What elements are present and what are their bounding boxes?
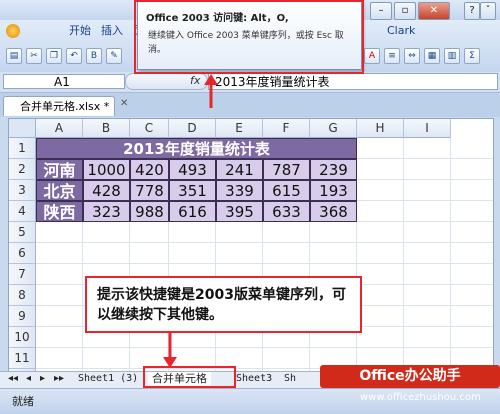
row-header-3[interactable]: 3 — [9, 180, 36, 201]
select-all-corner[interactable] — [9, 119, 36, 138]
column-header-h[interactable]: H — [357, 119, 404, 138]
ribbon-collapse-icon[interactable]: ˇ — [480, 2, 496, 20]
row-header-10[interactable]: 10 — [9, 327, 36, 348]
tooltip-highlight — [134, 0, 364, 74]
column-header-g[interactable]: G — [310, 119, 357, 138]
undo-icon[interactable]: ↶ — [66, 48, 82, 64]
data-cell[interactable]: 787 — [263, 159, 310, 180]
tab-clark[interactable]: Clark — [384, 23, 418, 39]
data-cell[interactable]: 1000 — [83, 159, 130, 180]
sheet-nav-first[interactable]: ◂◂ — [4, 372, 22, 386]
data-cell[interactable]: 351 — [169, 180, 216, 201]
office-button-icon[interactable] — [6, 24, 20, 38]
callout-text: 提示该快捷键是2003版菜单键序列，可以继续按下其他键。 — [97, 287, 346, 323]
copy-icon[interactable]: ❐ — [46, 48, 62, 64]
data-cell[interactable]: 616 — [169, 201, 216, 222]
data-cell[interactable]: 323 — [83, 201, 130, 222]
column-header-c[interactable]: C — [130, 119, 169, 138]
restore-button[interactable]: ▫ — [394, 2, 416, 20]
row-header-9[interactable]: 9 — [9, 306, 36, 327]
help-icon[interactable]: ? — [464, 2, 480, 20]
sheet-tab-sheet3[interactable]: Sheet3 — [232, 372, 276, 386]
column-header-i[interactable]: I — [404, 119, 451, 138]
merged-title-cell[interactable]: 2013年度销量统计表 — [36, 138, 357, 159]
gridline — [403, 138, 404, 371]
format-painter-icon[interactable]: ✎ — [106, 48, 122, 64]
workbook-tab[interactable]: 合并单元格.xlsx * — [3, 96, 115, 116]
paste-icon[interactable]: ▤ — [6, 48, 22, 64]
row-header-8[interactable]: 8 — [9, 285, 36, 306]
table-icon[interactable]: ▥ — [444, 48, 460, 64]
sheet-nav-next[interactable]: ▸ — [36, 372, 49, 386]
sum-icon[interactable]: Σ — [464, 48, 480, 64]
row-header-5[interactable]: 5 — [9, 222, 36, 243]
status-text: 就绪 — [12, 395, 34, 408]
minimize-button[interactable]: – — [370, 2, 392, 20]
gridline — [36, 242, 493, 243]
formula-input[interactable]: 2013年度销量统计表 — [208, 73, 498, 90]
data-cell[interactable]: 493 — [169, 159, 216, 180]
spreadsheet-grid[interactable]: ABCDEFGHI 12345678910111213 2013年度销量统计表河… — [8, 118, 494, 372]
active-tab-highlight — [143, 366, 236, 388]
align-icon[interactable]: ≡ — [384, 48, 400, 64]
arrow-down-icon — [163, 332, 177, 368]
merge-icon[interactable]: ⇔ — [404, 48, 420, 64]
sheet-tab-sheet1-3[interactable]: Sheet1 (3) — [74, 372, 142, 386]
tab-home[interactable]: 开始 — [66, 23, 94, 39]
watermark-logo: Office办公助手 — [320, 365, 500, 388]
data-cell[interactable]: 778 — [130, 180, 169, 201]
cut-icon[interactable]: ✂ — [26, 48, 42, 64]
row-header-2[interactable]: 2 — [9, 159, 36, 180]
gridline — [36, 347, 493, 348]
data-cell[interactable]: 193 — [310, 180, 357, 201]
data-cell[interactable]: 395 — [216, 201, 263, 222]
data-cell[interactable]: 633 — [263, 201, 310, 222]
gridline — [36, 263, 493, 264]
row-label-cell[interactable]: 北京 — [36, 180, 83, 201]
data-cell[interactable]: 239 — [310, 159, 357, 180]
row-header-11[interactable]: 11 — [9, 348, 36, 369]
row-header-6[interactable]: 6 — [9, 243, 36, 264]
close-tab-icon[interactable]: ✕ — [120, 98, 128, 109]
grid-icon[interactable]: ▦ — [424, 48, 440, 64]
sheet-tab-more[interactable]: Sh — [280, 372, 300, 386]
close-button[interactable]: ✕ — [418, 2, 450, 20]
column-header-d[interactable]: D — [169, 119, 216, 138]
row-header-1[interactable]: 1 — [9, 138, 36, 159]
column-header-a[interactable]: A — [36, 119, 83, 138]
row-header-4[interactable]: 4 — [9, 201, 36, 222]
hint-callout: 提示该快捷键是2003版菜单键序列，可以继续按下其他键。 — [85, 276, 362, 333]
font-color-icon[interactable]: A — [364, 48, 380, 64]
column-header-e[interactable]: E — [216, 119, 263, 138]
sheet-nav-prev[interactable]: ◂ — [22, 372, 35, 386]
sheet-nav-last[interactable]: ▸▸ — [50, 372, 68, 386]
tab-insert[interactable]: 插入 — [98, 23, 126, 39]
column-header-f[interactable]: F — [263, 119, 310, 138]
data-cell[interactable]: 615 — [263, 180, 310, 201]
data-cell[interactable]: 988 — [130, 201, 169, 222]
arrow-icon — [204, 74, 218, 108]
row-header-7[interactable]: 7 — [9, 264, 36, 285]
data-cell[interactable]: 368 — [310, 201, 357, 222]
row-label-cell[interactable]: 河南 — [36, 159, 83, 180]
gridline — [450, 138, 451, 371]
data-cell[interactable]: 428 — [83, 180, 130, 201]
column-header-b[interactable]: B — [83, 119, 130, 138]
data-cell[interactable]: 339 — [216, 180, 263, 201]
data-cell[interactable]: 241 — [216, 159, 263, 180]
watermark-url: www.officezhushou.com — [360, 392, 481, 403]
data-cell[interactable]: 420 — [130, 159, 169, 180]
name-box[interactable]: A1 — [3, 74, 125, 89]
bold-icon[interactable]: B — [86, 48, 102, 64]
row-label-cell[interactable]: 陕西 — [36, 201, 83, 222]
